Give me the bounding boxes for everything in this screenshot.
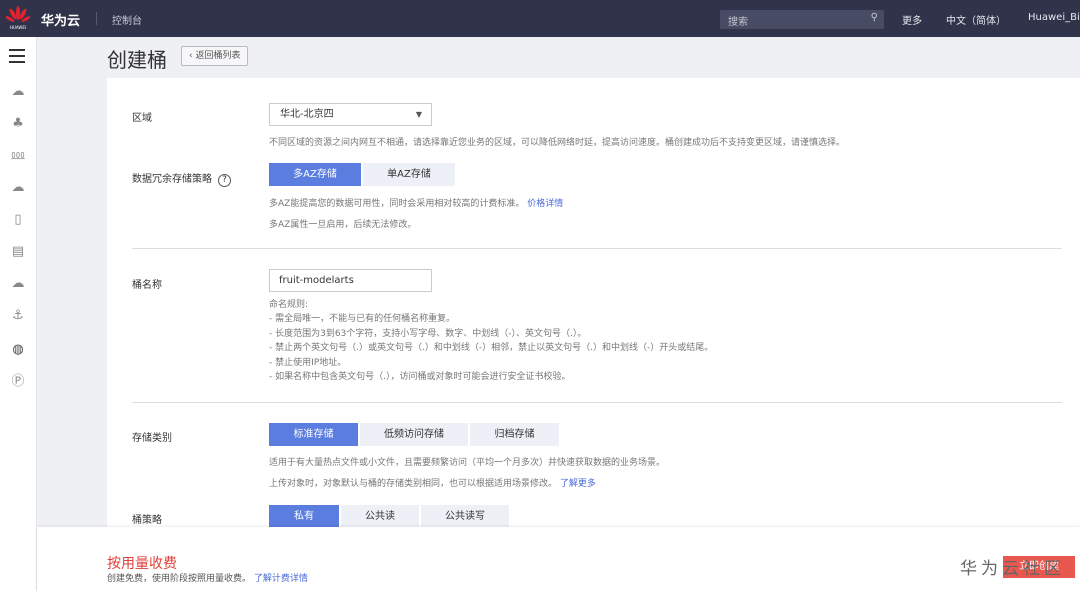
console-link[interactable]: 控制台 xyxy=(112,12,142,27)
redundancy-hint-2: 多AZ属性一旦启用，后续无法修改。 xyxy=(269,220,417,230)
cloud-icon[interactable]: ☁ xyxy=(10,276,26,292)
sidebar: ☁ ♣ ⅏ ☁ ▯ ▤ ☁ ⚓ ◍ Ⓟ xyxy=(0,37,37,591)
more-menu[interactable]: 更多 xyxy=(902,12,922,27)
billing-details-link[interactable]: 了解计费详情 xyxy=(254,574,308,584)
rule: - 如果名称中包含英文句号（.），访问桶或对象时可能会进行安全证书校验。 xyxy=(269,372,571,383)
option-single-az[interactable]: 单AZ存储 xyxy=(363,163,455,186)
region-select[interactable]: 华北-北京四 ▼ xyxy=(269,103,432,126)
divider xyxy=(132,248,1062,249)
rule: - 禁止两个英文句号（.）或英文句号（.）和中划线（-）相邻，禁止以英文句号（.… xyxy=(269,343,714,354)
anchor-icon[interactable]: ⚓ xyxy=(10,308,26,324)
bucket-name-input[interactable]: fruit-modelarts xyxy=(269,269,432,292)
pricing-details-link[interactable]: 价格详情 xyxy=(527,199,563,209)
billing-title: 按用量收费 xyxy=(107,556,177,572)
svg-text:HUAWEI: HUAWEI xyxy=(10,25,26,30)
naming-rules: 命名规则: - 需全局唯一，不能与已有的任何桶名称重复。 - 长度范围为3到63… xyxy=(269,298,713,384)
network-icon[interactable]: ⅏ xyxy=(10,148,26,164)
cloud-server-icon[interactable]: ☁ xyxy=(10,84,26,100)
create-bucket-form: 区域 华北-北京四 ▼ 不同区域的资源之间内网互不相通，请选择靠近您业务的区域，可… xyxy=(107,78,1080,538)
user-menu[interactable]: Huawei_Bin xyxy=(1028,12,1080,23)
redundancy-label-text: 数据冗余存储策略 xyxy=(132,174,212,185)
bucket-name-label: 桶名称 xyxy=(132,280,162,291)
cluster-icon[interactable]: ♣ xyxy=(10,116,26,132)
cloud-rds-icon[interactable]: ☁ xyxy=(10,180,26,196)
option-private[interactable]: 私有 xyxy=(269,505,339,528)
option-infrequent[interactable]: 低频访问存储 xyxy=(360,423,468,446)
storage-class-hint: 适用于有大量热点文件或小文件，且需要频繁访问（平均一个月多次）并快速获取数据的业… xyxy=(269,458,666,468)
redundancy-label: 数据冗余存储策略? xyxy=(132,170,231,187)
billing-subtitle-text: 创建免费，使用阶段按照用量收费。 xyxy=(107,574,252,584)
option-public-read-write[interactable]: 公共读写 xyxy=(421,505,509,528)
globe-icon[interactable]: ◍ xyxy=(10,342,26,358)
footer-bar: 按用量收费 创建免费，使用阶段按照用量收费。 了解计费详情 立即创建 华为云社区 xyxy=(37,527,1080,591)
search-input[interactable]: 搜索 ⚲ xyxy=(720,10,884,29)
bucket-policy-label: 桶策略 xyxy=(132,515,162,526)
back-label: 返回桶列表 xyxy=(195,51,241,61)
redundancy-toggle: 多AZ存储 单AZ存储 xyxy=(269,163,457,186)
storage-icon[interactable]: ▯ xyxy=(10,212,26,228)
brand-name[interactable]: 华为云 xyxy=(41,10,80,29)
rule: - 长度范围为3到63个字符，支持小写字母、数字、中划线（-）、英文句号（.）。 xyxy=(269,328,587,339)
redundancy-hint: 多AZ能提高您的数据可用性，同时会采用相对较高的计费标准。 价格详情 xyxy=(269,196,563,209)
storage-class-label: 存储类别 xyxy=(132,433,172,444)
billing-subtitle: 创建免费，使用阶段按照用量收费。 了解计费详情 xyxy=(107,571,308,584)
region-label: 区域 xyxy=(132,113,152,124)
search-icon[interactable]: ⚲ xyxy=(871,12,878,23)
back-to-bucket-list-button[interactable]: ‹ 返回桶列表 xyxy=(181,46,249,66)
rule: - 需全局唯一，不能与已有的任何桶名称重复。 xyxy=(269,314,456,325)
learn-more-link[interactable]: 了解更多 xyxy=(560,479,596,489)
option-public-read[interactable]: 公共读 xyxy=(341,505,419,528)
region-value: 华北-北京四 xyxy=(280,109,334,120)
option-multi-az[interactable]: 多AZ存储 xyxy=(269,163,361,186)
divider xyxy=(96,12,97,25)
option-archive[interactable]: 归档存储 xyxy=(470,423,559,446)
top-bar: HUAWEI 华为云 控制台 搜索 ⚲ 更多 中文（简体） Huawei_Bin xyxy=(0,0,1080,37)
menu-icon[interactable] xyxy=(9,49,25,67)
document-icon[interactable]: ▤ xyxy=(10,244,26,260)
huawei-logo[interactable]: HUAWEI xyxy=(6,5,30,31)
storage-class-toggle: 标准存储 低频访问存储 归档存储 xyxy=(269,423,561,446)
divider xyxy=(132,402,1062,403)
redundancy-hint-text: 多AZ能提高您的数据可用性，同时会采用相对较高的计费标准。 xyxy=(269,199,525,209)
watermark: 华为云社区 xyxy=(960,559,1065,579)
bucket-policy-toggle: 私有 公共读 公共读写 xyxy=(269,505,511,528)
search-placeholder: 搜索 xyxy=(728,17,748,28)
rule: - 禁止使用IP地址。 xyxy=(269,357,347,368)
page-title: 创建桶 xyxy=(107,48,167,72)
help-icon[interactable]: ? xyxy=(218,174,231,187)
region-hint: 不同区域的资源之间内网互不相通，请选择靠近您业务的区域，可以降低网络时延，提高访… xyxy=(269,138,846,148)
rule: 命名规则: xyxy=(269,300,309,310)
storage-class-hint-2: 上传对象时，对象默认与桶的存储类别相同，也可以根据适用场景修改。 了解更多 xyxy=(269,476,596,489)
storage-class-hint-text: 上传对象时，对象默认与桶的存储类别相同，也可以根据适用场景修改。 xyxy=(269,479,558,489)
caret-down-icon: ▼ xyxy=(415,110,422,119)
language-menu[interactable]: 中文（简体） xyxy=(946,12,1006,27)
parking-icon[interactable]: Ⓟ xyxy=(10,374,26,390)
option-standard[interactable]: 标准存储 xyxy=(269,423,358,446)
